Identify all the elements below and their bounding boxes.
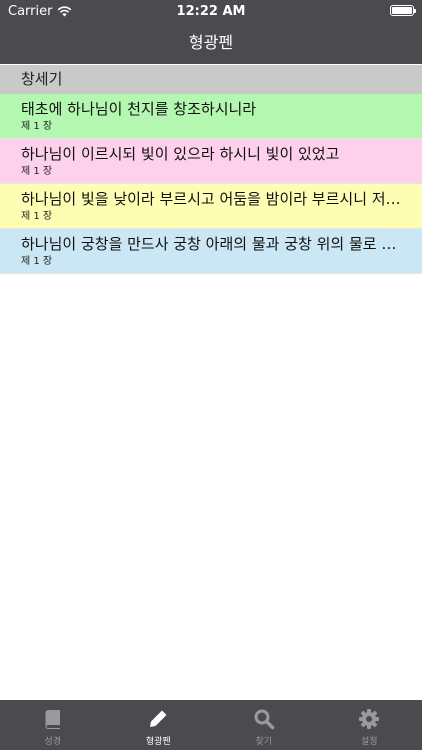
tab-bible[interactable]: 성경 <box>0 700 106 750</box>
page-title: 형광펜 <box>188 33 234 52</box>
tab-highlighter[interactable]: 형광펜 <box>106 700 212 750</box>
search-icon <box>251 707 277 731</box>
nav-bar: 형광펜 <box>0 22 422 64</box>
status-bar: Carrier 12:22 AM <box>0 0 422 22</box>
highlight-row[interactable]: 하나님이 빛을 낮이라 부르시고 어둠을 밤이라 부르시니 저녁이 되고 아침이… <box>0 184 422 229</box>
highlight-chapter: 제 1 장 <box>21 121 53 132</box>
highlight-chapter: 제 1 장 <box>21 256 53 267</box>
tab-label: 찾기 <box>255 737 273 747</box>
section-header: 창세기 <box>0 65 422 94</box>
tab-label: 성경 <box>44 737 62 747</box>
highlight-chapter: 제 1 장 <box>21 211 53 222</box>
tab-search[interactable]: 찾기 <box>211 700 317 750</box>
tab-bar: 성경 형광펜 찾기 설정 <box>0 700 422 750</box>
highlight-text: 태초에 하나님이 천지를 창조하시니라 <box>21 100 257 118</box>
highlight-list: 태초에 하나님이 천지를 창조하시니라 제 1 장 하나님이 이르시되 빛이 있… <box>0 94 422 274</box>
highlight-chapter: 제 1 장 <box>21 166 53 177</box>
highlight-row[interactable]: 태초에 하나님이 천지를 창조하시니라 제 1 장 <box>0 94 422 139</box>
book-icon <box>40 707 66 731</box>
highlight-text: 하나님이 빛을 낮이라 부르시고 어둠을 밤이라 부르시니 저녁이 되고 아침이… <box>21 190 401 208</box>
pencil-icon <box>145 707 171 731</box>
tab-settings[interactable]: 설정 <box>317 700 422 750</box>
status-time: 12:22 AM <box>176 4 246 19</box>
section-title: 창세기 <box>21 70 63 88</box>
highlight-text: 하나님이 궁창을 만드사 궁창 아래의 물과 궁창 위의 물로 나뉘게 하시니 … <box>21 235 401 253</box>
tab-label: 형광펜 <box>145 737 171 747</box>
battery-icon <box>390 5 416 16</box>
highlight-row[interactable]: 하나님이 이르시되 빛이 있으라 하시니 빛이 있었고 제 1 장 <box>0 139 422 184</box>
highlight-text: 하나님이 이르시되 빛이 있으라 하시니 빛이 있었고 <box>21 145 340 163</box>
highlight-row[interactable]: 하나님이 궁창을 만드사 궁창 아래의 물과 궁창 위의 물로 나뉘게 하시니 … <box>0 229 422 274</box>
tab-label: 설정 <box>360 737 378 747</box>
gear-icon <box>356 707 382 731</box>
